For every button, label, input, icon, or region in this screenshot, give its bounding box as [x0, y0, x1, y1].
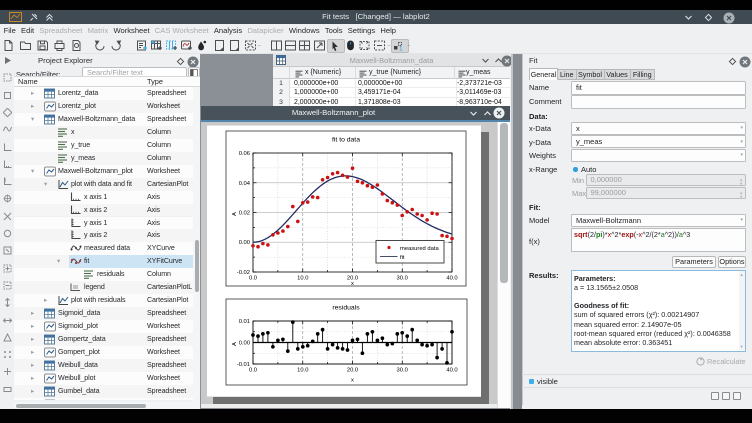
svg-text:0.02: 0.02 — [239, 211, 250, 217]
svg-text:fit: fit — [400, 255, 405, 261]
svg-text:0.04: 0.04 — [239, 181, 251, 187]
svg-text:10.0: 10.0 — [297, 276, 308, 282]
svg-text:0.01: 0.01 — [239, 319, 250, 325]
svg-text:A: A — [232, 212, 238, 216]
svg-text:0.00: 0.00 — [239, 341, 250, 347]
svg-text:fit to data: fit to data — [332, 137, 360, 144]
svg-text:30.0: 30.0 — [397, 368, 408, 374]
svg-text:30.0: 30.0 — [397, 276, 408, 282]
svg-text:x: x — [351, 281, 354, 287]
svg-text:residuals: residuals — [332, 305, 360, 312]
svg-text:40.0: 40.0 — [446, 368, 457, 374]
svg-text:0.0: 0.0 — [249, 368, 257, 374]
svg-text:-0.01: -0.01 — [237, 362, 250, 368]
svg-text:-0.02: -0.02 — [237, 270, 250, 276]
svg-text:20.0: 20.0 — [347, 368, 358, 374]
svg-text:x: x — [351, 378, 354, 384]
svg-text:1: 1 — [399, 46, 403, 53]
svg-text:40.0: 40.0 — [446, 276, 457, 282]
svg-text:0.0: 0.0 — [249, 276, 257, 282]
svg-text:measured data: measured data — [400, 246, 439, 252]
svg-text:10.0: 10.0 — [297, 368, 308, 374]
svg-text:0.06: 0.06 — [239, 151, 250, 157]
svg-text:0.00: 0.00 — [239, 240, 250, 246]
svg-text:A: A — [232, 342, 238, 346]
